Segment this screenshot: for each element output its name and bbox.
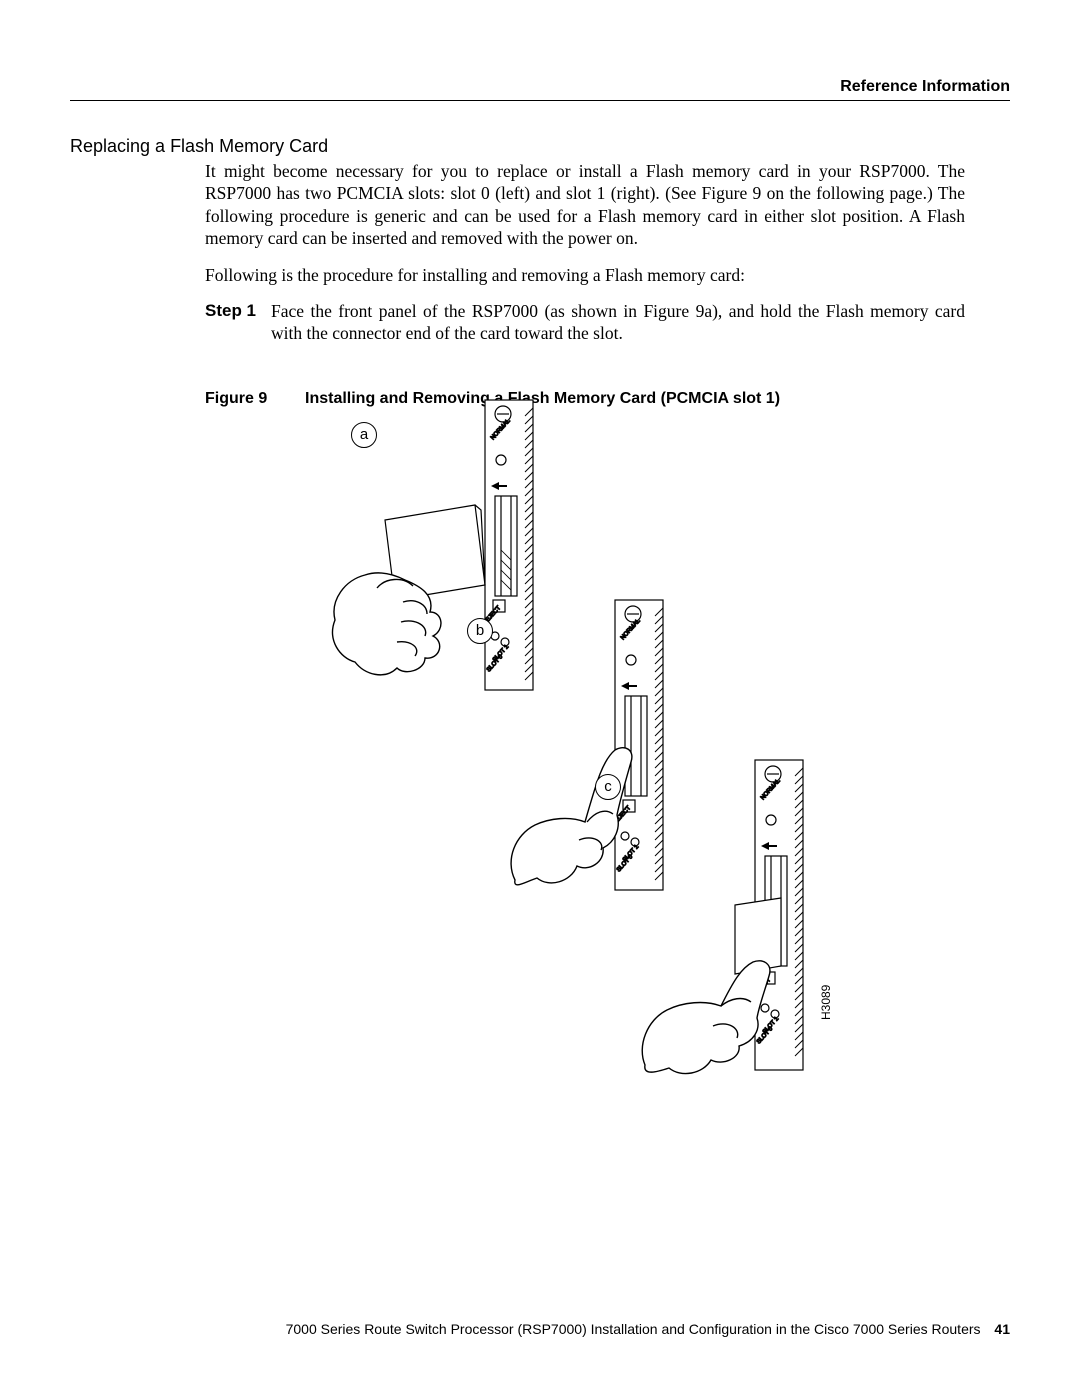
paragraph-procedure: Following is the procedure for installin… xyxy=(205,264,965,286)
paragraph-intro: It might become necessary for you to rep… xyxy=(205,160,965,250)
figure-badge-a: a xyxy=(351,422,377,448)
section-title: Replacing a Flash Memory Card xyxy=(70,136,328,157)
figure-badge-b: b xyxy=(467,618,493,644)
header-reference-info: Reference Information xyxy=(840,78,1010,96)
document-page: Reference Information Replacing a Flash … xyxy=(0,0,1080,1397)
step-1-row: Step 1 Face the front panel of the RSP70… xyxy=(205,300,965,345)
page-footer: 7000 Series Route Switch Processor (RSP7… xyxy=(70,1321,1010,1337)
figure-area: NORMAL EJECT xyxy=(205,390,965,1110)
figure-badge-c: c xyxy=(595,774,621,800)
footer-page-number: 41 xyxy=(994,1321,1010,1337)
step-1-label: Step 1 xyxy=(205,300,271,345)
body-column: It might become necessary for you to rep… xyxy=(205,160,965,409)
step-1-text: Face the front panel of the RSP7000 (as … xyxy=(271,300,965,345)
figure-id: H3089 xyxy=(819,985,833,1020)
header-rule xyxy=(70,100,1010,101)
footer-text: 7000 Series Route Switch Processor (RSP7… xyxy=(286,1321,981,1337)
figure-panel-c: NORMAL EJECT SLOT 1 SLOT 0 xyxy=(585,750,815,1080)
